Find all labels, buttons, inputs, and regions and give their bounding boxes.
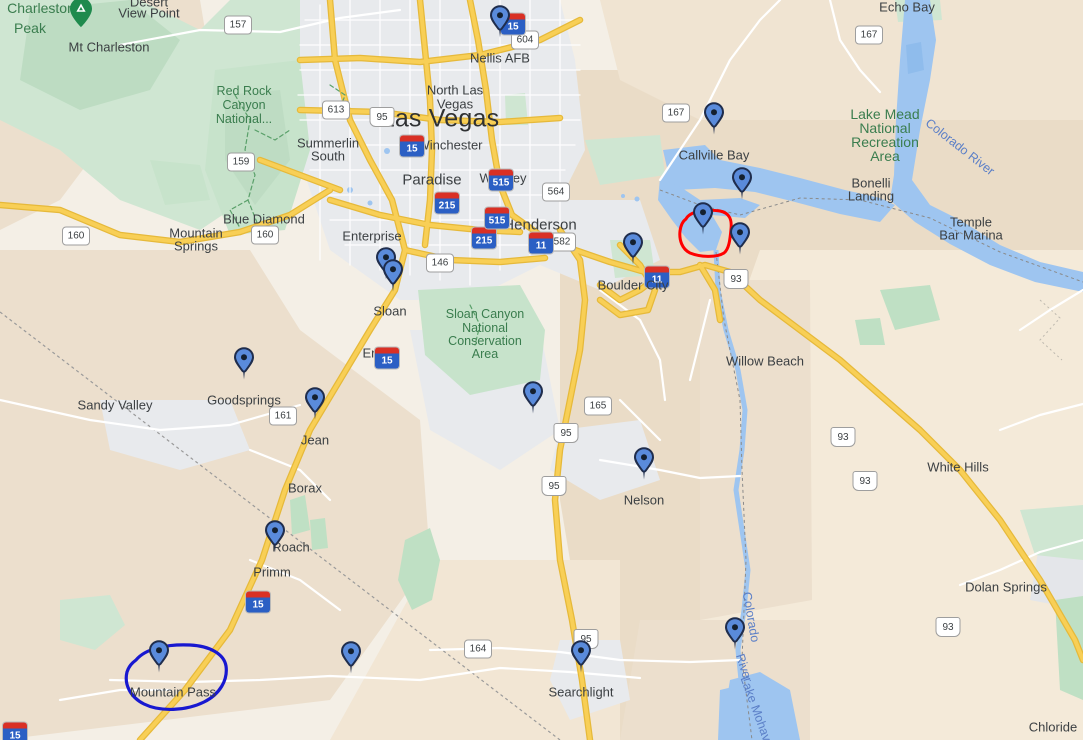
blue-circle-mountain-pass xyxy=(124,643,228,712)
map-pin-icon xyxy=(729,222,751,255)
map-pin-icon xyxy=(570,640,592,673)
map-marker-mohave-crossing[interactable] xyxy=(724,617,746,655)
map-pin-icon xyxy=(622,232,644,265)
map-pin-icon xyxy=(692,202,714,235)
mountain-icon xyxy=(70,0,92,28)
map-pin-icon xyxy=(264,520,286,553)
map-marker-primm[interactable] xyxy=(264,520,286,558)
map-pin-icon xyxy=(731,167,753,200)
map-marker-goodsprings[interactable] xyxy=(233,347,255,385)
map-pin-icon xyxy=(233,347,255,380)
map-pin-icon xyxy=(522,381,544,414)
map-pin-icon xyxy=(633,447,655,480)
map-pin-icon xyxy=(340,641,362,674)
map-marker-jean[interactable] xyxy=(304,387,326,425)
map-pin-icon xyxy=(724,617,746,650)
annotations-layer xyxy=(124,208,733,712)
map-marker-nipton-road[interactable] xyxy=(340,641,362,679)
map-marker-hoover-dam[interactable] xyxy=(692,202,714,240)
map-marker-nellis-afb[interactable] xyxy=(489,5,511,43)
map-marker-eldorado-valley[interactable] xyxy=(522,381,544,419)
map-pin-icon xyxy=(703,102,725,135)
map-marker-mountain-pass[interactable] xyxy=(148,640,170,678)
poi-marker-charleston-peak[interactable] xyxy=(69,0,93,33)
map-pin-icon xyxy=(489,5,511,38)
map-marker-sloan-b[interactable] xyxy=(382,259,404,297)
map-marker-searchlight[interactable] xyxy=(570,640,592,678)
map-pin-icon xyxy=(304,387,326,420)
map-marker-nelson[interactable] xyxy=(633,447,655,485)
map-marker-callville-bay[interactable] xyxy=(703,102,725,140)
map-canvas[interactable]: Colorado River Colorado River Lake Mohave R… xyxy=(0,0,1083,740)
map-marker-us93-south[interactable] xyxy=(729,222,751,260)
map-marker-lake-mead-east[interactable] xyxy=(731,167,753,205)
map-marker-boulder-city[interactable] xyxy=(622,232,644,270)
map-pin-icon xyxy=(148,640,170,673)
map-pin-icon xyxy=(382,259,404,292)
